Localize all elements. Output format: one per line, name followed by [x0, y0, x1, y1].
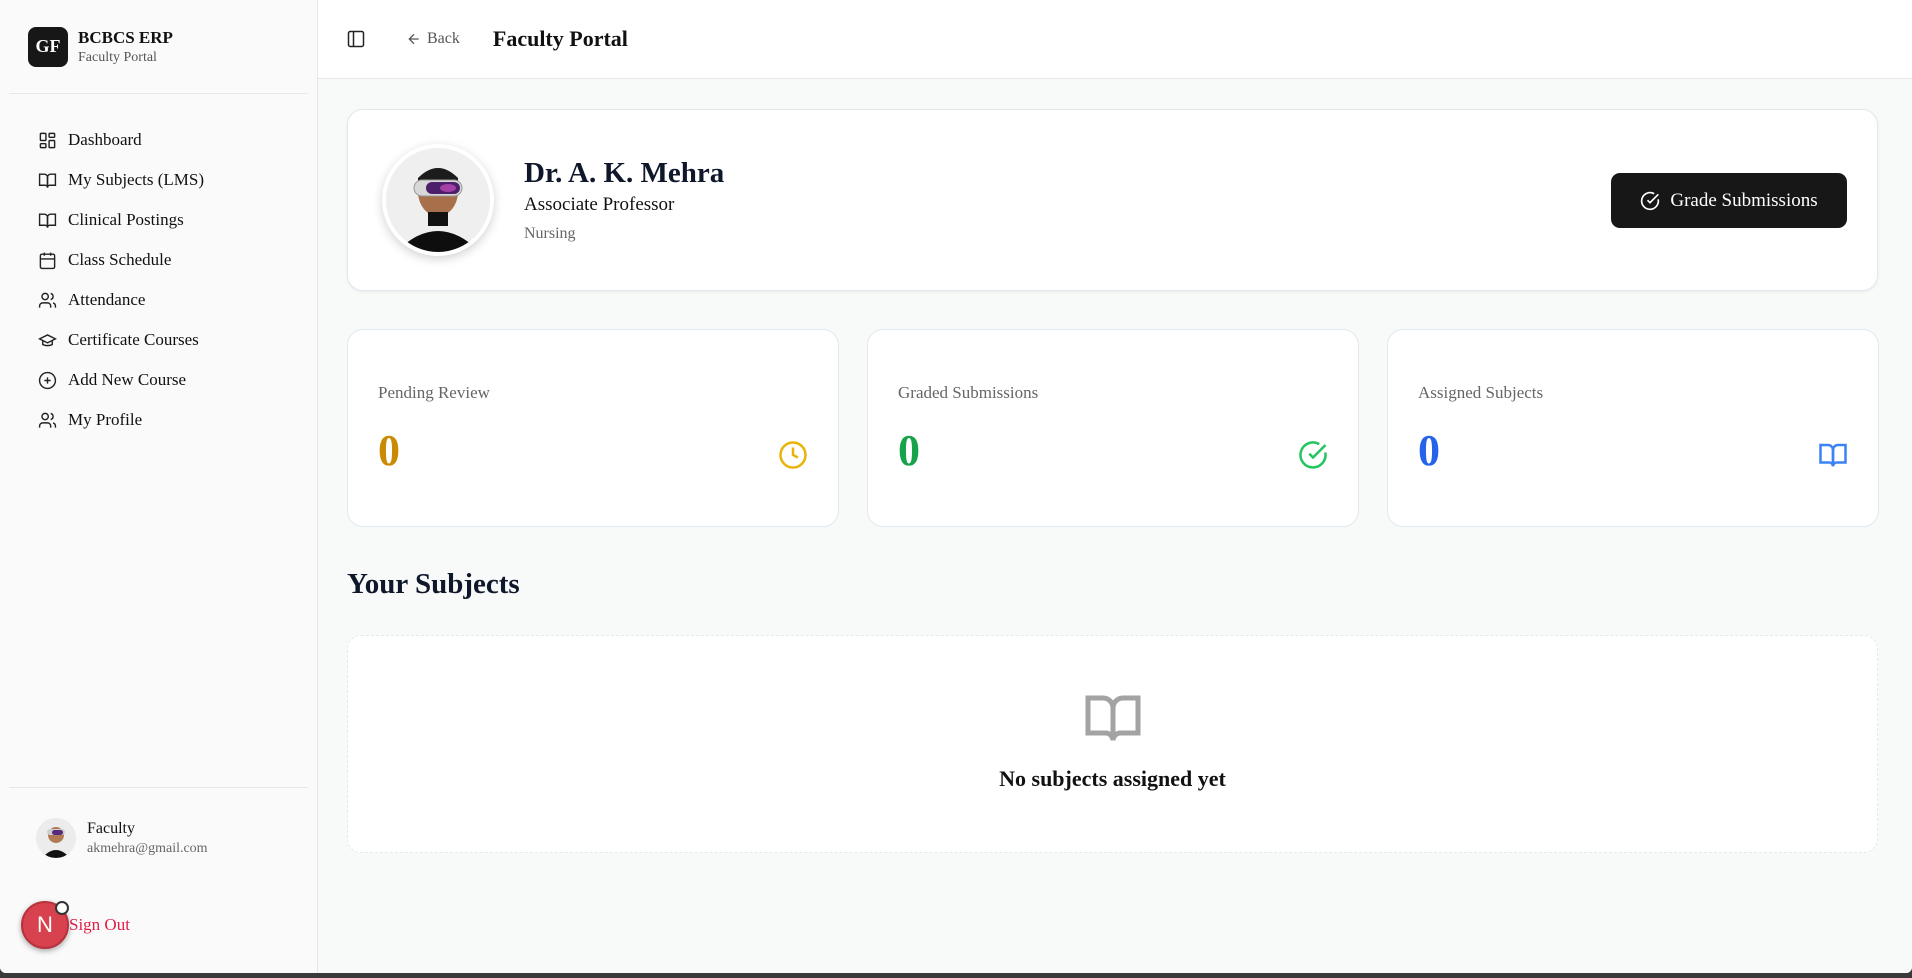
profile-name: Dr. A. K. Mehra	[524, 157, 725, 189]
book-open-icon	[38, 212, 57, 228]
user-email: akmehra@gmail.com	[87, 840, 208, 856]
book-open-icon	[1819, 443, 1847, 467]
graduation-cap-icon	[38, 333, 57, 346]
stat-value: 0	[1418, 426, 1440, 475]
sidebar: GF BCBCS ERP Faculty Portal Dashboard My…	[0, 0, 318, 973]
arrow-left-icon	[408, 33, 419, 45]
user-role: Faculty	[87, 819, 135, 837]
stat-label: Graded Submissions	[898, 383, 1039, 402]
sidebar-toggle-icon[interactable]	[346, 29, 366, 49]
users-icon	[38, 412, 57, 428]
sidebar-item-my-profile[interactable]: My Profile	[0, 400, 317, 440]
brand-title: BCBCS ERP	[78, 27, 173, 47]
stat-card-graded-submissions: Graded Submissions 0	[867, 329, 1359, 527]
section-title-your-subjects: Your Subjects	[347, 568, 520, 600]
brand-subtitle: Faculty Portal	[78, 49, 157, 65]
stat-card-assigned-subjects: Assigned Subjects 0	[1387, 329, 1879, 527]
sidebar-item-label: My Subjects (LMS)	[68, 170, 204, 189]
plus-circle-icon	[38, 371, 57, 389]
sidebar-item-label: Attendance	[68, 290, 146, 309]
sidebar-item-label: My Profile	[68, 410, 143, 429]
sidebar-item-label: Add New Course	[68, 370, 187, 389]
stat-value: 0	[378, 426, 400, 475]
check-circle-icon	[1641, 191, 1660, 210]
sidebar-item-my-subjects[interactable]: My Subjects (LMS)	[0, 160, 317, 200]
main-content: Back Faculty Portal Dr. A. K. Mehra Asso…	[318, 0, 1912, 973]
book-open-icon	[1085, 695, 1140, 741]
subjects-empty-state: No subjects assigned yet	[347, 635, 1878, 853]
page-title: Faculty Portal	[492, 26, 628, 51]
calendar-icon	[39, 252, 56, 269]
sidebar-item-attendance[interactable]: Attendance	[0, 280, 317, 320]
sidebar-item-certificate-courses[interactable]: Certificate Courses	[0, 320, 317, 360]
clock-icon	[779, 441, 807, 469]
topbar: Back Faculty Portal	[318, 0, 1912, 79]
empty-state-text: No subjects assigned yet	[999, 766, 1226, 791]
sidebar-item-label: Dashboard	[68, 130, 142, 149]
profile-department: Nursing	[524, 225, 576, 242]
brand: GF BCBCS ERP Faculty Portal	[9, 0, 308, 94]
notification-dot-icon	[55, 901, 69, 915]
dashboard-icon	[39, 132, 56, 148]
app-window: GF BCBCS ERP Faculty Portal Dashboard My…	[0, 0, 1912, 973]
stat-card-pending-review: Pending Review 0	[347, 329, 839, 527]
sidebar-item-add-new-course[interactable]: Add New Course	[0, 360, 317, 400]
avatar	[36, 818, 76, 858]
sidebar-item-label: Class Schedule	[68, 250, 172, 269]
user-card: Faculty akmehra@gmail.com	[9, 787, 308, 858]
sign-out-button[interactable]: N Sign Out	[21, 901, 130, 949]
users-icon	[38, 292, 57, 308]
sidebar-item-clinical-postings[interactable]: Clinical Postings	[0, 200, 317, 240]
sign-out-label: Sign Out	[69, 915, 130, 934]
brand-logo: GF	[28, 26, 68, 67]
sidebar-item-dashboard[interactable]: Dashboard	[0, 120, 317, 160]
stat-value: 0	[898, 426, 920, 475]
stat-label: Pending Review	[378, 383, 490, 402]
stats-row: Pending Review 0 Graded Submissions 0 As…	[347, 329, 1879, 527]
profile-card: Dr. A. K. Mehra Associate Professor Nurs…	[347, 109, 1878, 291]
profile-avatar	[382, 144, 494, 256]
check-circle-icon	[1299, 441, 1327, 469]
sidebar-item-label: Certificate Courses	[68, 330, 199, 349]
dev-tools-badge[interactable]: N	[21, 901, 69, 949]
stat-label: Assigned Subjects	[1418, 383, 1544, 402]
grade-submissions-button[interactable]: Grade Submissions	[1611, 173, 1847, 228]
profile-title: Associate Professor	[524, 194, 675, 215]
sidebar-item-class-schedule[interactable]: Class Schedule	[0, 240, 317, 280]
book-open-icon	[38, 172, 57, 188]
back-button[interactable]: Back	[406, 30, 460, 48]
sidebar-nav: Dashboard My Subjects (LMS) Clinical Pos…	[0, 120, 317, 440]
sidebar-item-label: Clinical Postings	[68, 210, 184, 229]
